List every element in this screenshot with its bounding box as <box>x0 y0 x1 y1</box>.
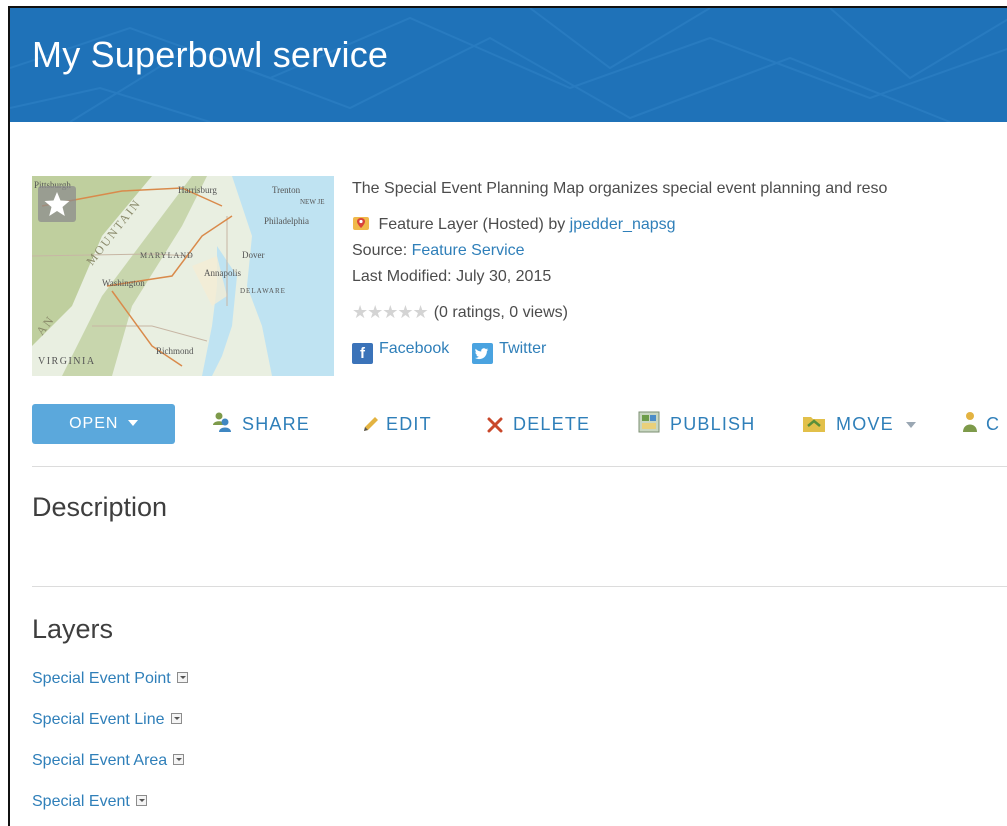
map-label-virginia: VIRGINIA <box>38 356 96 367</box>
map-label-philadelphia: Philadelphia <box>264 216 309 226</box>
map-label-maryland: MARYLAND <box>140 251 194 260</box>
expand-icon[interactable] <box>135 795 147 806</box>
share-button[interactable]: SHARE <box>212 404 310 444</box>
map-label-harrisburg: Harrisburg <box>178 185 217 195</box>
publish-button[interactable]: PUBLISH <box>638 404 755 444</box>
user-icon <box>963 412 977 432</box>
source-link[interactable]: Feature Service <box>412 242 525 259</box>
layer-link[interactable]: Special Event Point <box>32 670 171 687</box>
modified-line: Last Modified: July 30, 2015 <box>352 268 551 286</box>
item-summary: The Special Event Planning Map organizes… <box>352 180 888 197</box>
pencil-icon <box>364 417 378 431</box>
open-dropdown-button[interactable]: OPEN <box>32 404 175 444</box>
item-type: Feature Layer (Hosted) <box>378 216 544 233</box>
source-label: Source: <box>352 242 408 259</box>
change-owner-button[interactable]: C <box>962 404 1000 444</box>
item-thumbnail[interactable]: Pittsburgh Harrisburg Trenton NEW JE Phi… <box>32 176 334 376</box>
map-thumbnail-image: Pittsburgh Harrisburg Trenton NEW JE Phi… <box>32 176 334 376</box>
delete-label: DELETE <box>513 414 591 434</box>
page-title: My Superbowl service <box>32 34 389 75</box>
social-line: f Facebook Twitter <box>352 340 546 364</box>
description-heading: Description <box>32 492 168 522</box>
map-label-trenton: Trenton <box>272 185 301 195</box>
folder-icon <box>803 417 825 432</box>
expand-icon[interactable] <box>176 672 188 683</box>
layer-link[interactable]: Special Event Area <box>32 752 167 769</box>
item-type-line: Feature Layer (Hosted) by jpedder_napsg <box>352 214 676 234</box>
map-label-delaware: DELAWARE <box>240 287 286 295</box>
ratings-text: (0 ratings, 0 views) <box>433 304 568 321</box>
layer-item[interactable]: Special Event <box>32 793 147 811</box>
expand-icon[interactable] <box>173 754 185 765</box>
modified-label: Last Modified: <box>352 268 452 285</box>
modified-date: July 30, 2015 <box>456 268 552 285</box>
star-icon <box>44 192 70 216</box>
feature-layer-icon <box>353 217 369 230</box>
change-owner-label: C <box>986 414 1001 434</box>
layers-heading: Layers <box>32 614 114 644</box>
owner-link[interactable]: jpedder_napsg <box>570 216 676 233</box>
section-divider <box>32 466 1007 467</box>
layer-link[interactable]: Special Event Line <box>32 711 165 728</box>
section-divider <box>32 586 1007 587</box>
caret-down-icon <box>906 422 917 428</box>
layer-item[interactable]: Special Event Line <box>32 711 182 729</box>
x-icon <box>487 417 503 433</box>
publish-label: PUBLISH <box>670 414 756 434</box>
page-frame: My Superbowl service Pittsburgh Harrisbu… <box>8 6 1007 826</box>
open-label: OPEN <box>69 415 119 432</box>
layer-link[interactable]: Special Event <box>32 793 130 810</box>
map-label-new-jersey: NEW JE <box>300 198 325 206</box>
share-users-icon <box>213 412 231 432</box>
facebook-icon[interactable]: f <box>352 343 373 364</box>
move-dropdown-button[interactable]: MOVE <box>802 404 917 444</box>
source-line: Source: Feature Service <box>352 242 525 260</box>
publish-icon <box>638 411 660 433</box>
share-label: SHARE <box>242 414 311 434</box>
rating-line: ★★★★★ (0 ratings, 0 views) <box>352 302 568 323</box>
map-label-washington: Washington <box>102 278 145 288</box>
caret-down-icon <box>127 420 138 426</box>
layer-item[interactable]: Special Event Area <box>32 752 185 770</box>
map-label-dover: Dover <box>242 250 265 260</box>
expand-icon[interactable] <box>170 713 182 724</box>
title-banner: My Superbowl service <box>10 8 1007 122</box>
layer-item[interactable]: Special Event Point <box>32 670 188 688</box>
move-label: MOVE <box>836 414 894 434</box>
map-label-annapolis: Annapolis <box>204 268 241 278</box>
twitter-icon[interactable] <box>472 343 494 364</box>
by-label: by <box>548 216 566 233</box>
item-toolbar: OPEN SHARE EDIT DELETE PUBLISH MOVE C <box>32 404 1007 444</box>
favorite-button[interactable] <box>38 186 76 222</box>
edit-button[interactable]: EDIT <box>362 404 432 444</box>
map-label-richmond: Richmond <box>156 346 194 356</box>
edit-label: EDIT <box>386 414 432 434</box>
twitter-link[interactable]: Twitter <box>499 340 546 357</box>
facebook-link[interactable]: Facebook <box>379 340 449 357</box>
rating-stars[interactable]: ★★★★★ <box>352 302 429 323</box>
delete-button[interactable]: DELETE <box>487 404 590 444</box>
